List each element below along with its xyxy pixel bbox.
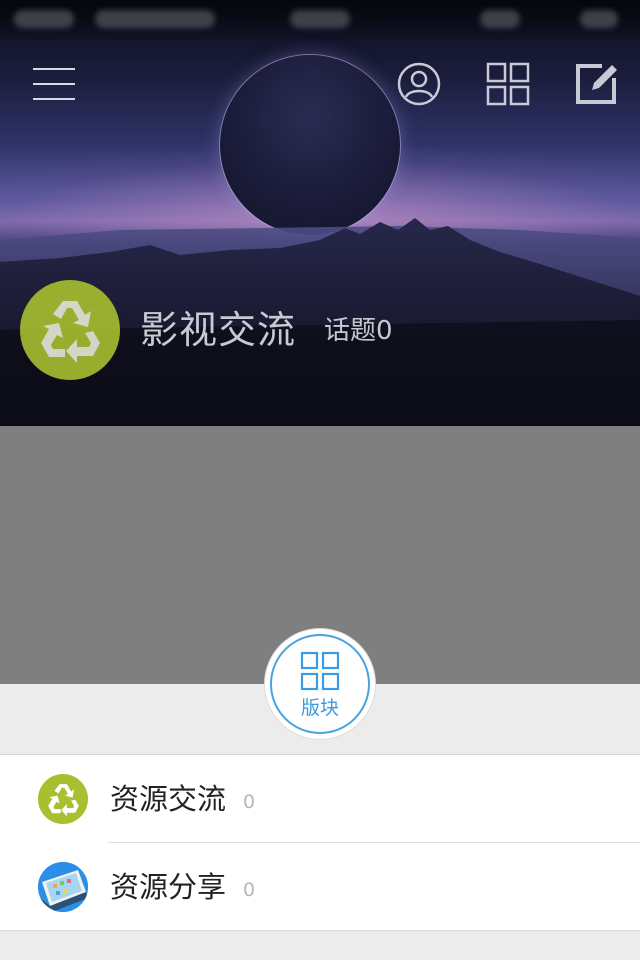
board-count: 0 xyxy=(243,791,256,813)
grid-icon[interactable] xyxy=(484,60,532,108)
grid-icon xyxy=(300,651,340,690)
recycle-icon xyxy=(38,774,88,824)
board-item-resource-share[interactable]: 资源分享 0 xyxy=(38,842,640,930)
phone-icon xyxy=(38,862,88,912)
forum-logo xyxy=(20,280,120,380)
board-list: 资源交流 0 资源分享 0 xyxy=(0,755,640,931)
list-divider xyxy=(0,930,640,931)
forum-title: 影视交流 xyxy=(140,308,297,352)
board-name: 资源分享 xyxy=(110,870,227,904)
compose-edit-icon[interactable] xyxy=(572,60,620,108)
recycle-icon xyxy=(41,301,100,363)
board-name: 资源交流 xyxy=(110,782,227,816)
topic-count: 话题0 xyxy=(324,316,393,346)
hamburger-menu-icon[interactable] xyxy=(30,60,78,108)
forum-header-banner: 影视交流 话题0 xyxy=(0,0,640,426)
board-item-resource-exchange[interactable]: 资源交流 0 xyxy=(0,755,640,842)
board-picker-button[interactable]: 版块 xyxy=(265,629,375,739)
board-count: 0 xyxy=(243,879,256,901)
screen: 影视交流 话题0 版块 资源交流 0 资源分享 0 xyxy=(0,0,640,960)
board-picker-label: 版块 xyxy=(300,696,339,719)
status-bar xyxy=(0,0,640,40)
user-circle-icon[interactable] xyxy=(395,60,443,108)
